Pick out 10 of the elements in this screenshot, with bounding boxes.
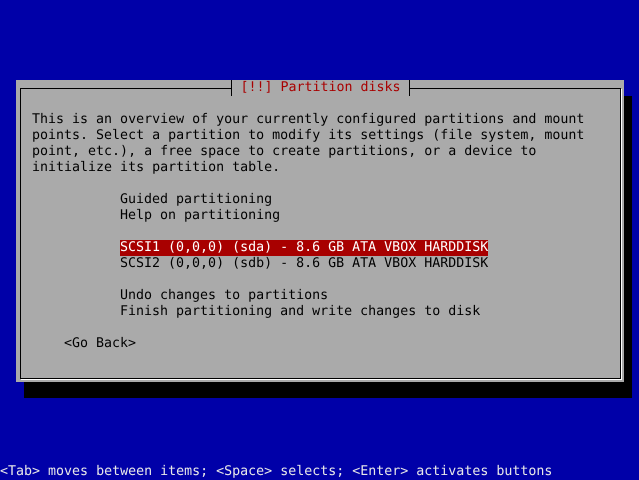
menu-item[interactable]: Undo changes to partitions	[120, 288, 328, 304]
status-bar-text: <Tab> moves between items; <Space> selects; <Enter> activates buttons	[0, 464, 554, 480]
menu-item[interactable]: Finish partitioning and write changes to disk	[120, 304, 480, 320]
go-back-button[interactable]: <Go Back>	[64, 336, 136, 352]
menu-item[interactable]: SCSI1 (0,0,0) (sda) - 8.6 GB ATA VBOX HARDDISK	[120, 240, 488, 256]
menu-item[interactable]: Help on partitioning	[120, 208, 280, 224]
menu-item[interactable]: SCSI2 (0,0,0) (sdb) - 8.6 GB ATA VBOX HARDDISK	[120, 256, 488, 272]
dialog-title: [!!] Partition disks	[231, 80, 410, 96]
description-text: This is an overview of your currently configured partitions and mount points. Select a partition to modify its settings (file system, mount point, etc.), a free space to create partitions, or a device to initialize its partition table.	[32, 112, 586, 176]
menu-item[interactable]: Guided partitioning	[120, 192, 272, 208]
